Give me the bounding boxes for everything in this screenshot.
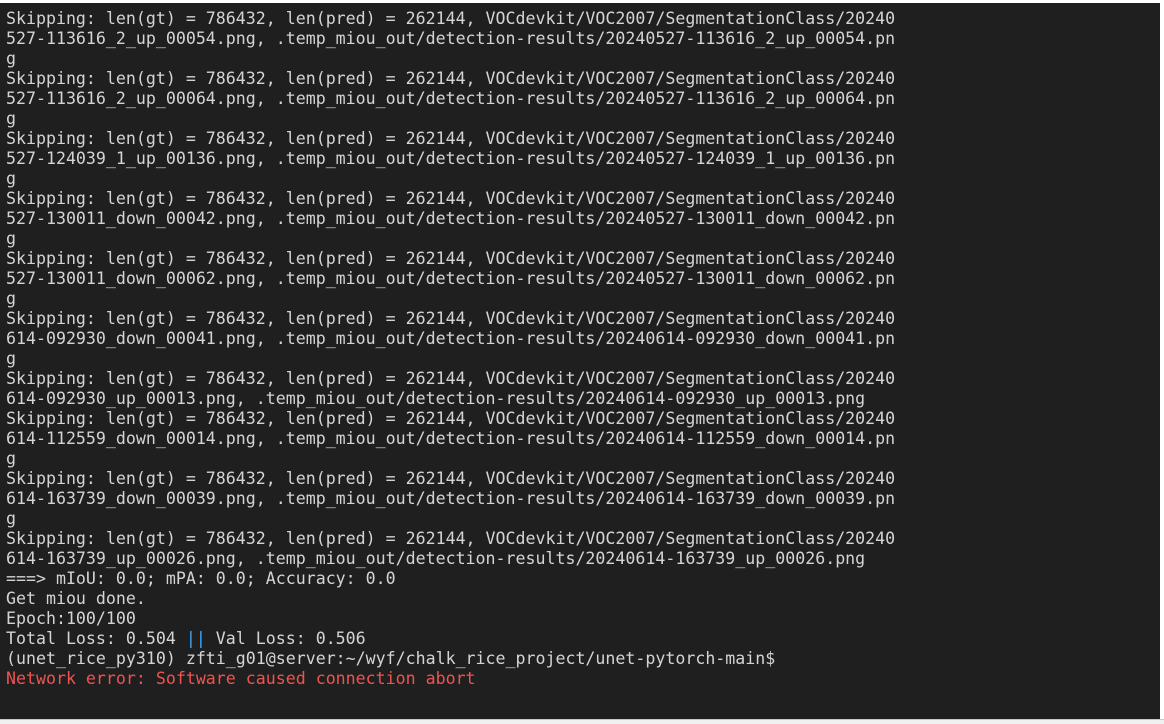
terminal-line: Skipping: len(gt) = 786432, len(pred) = … xyxy=(6,469,896,488)
terminal-line: 614-092930_up_00013.png, .temp_miou_out/… xyxy=(6,389,866,408)
shell-prompt[interactable]: (unet_rice_py310) zfti_g01@server:~/wyf/… xyxy=(6,649,895,669)
terminal-line: Skipping: len(gt) = 786432, len(pred) = … xyxy=(6,309,896,328)
terminal-line: Skipping: len(gt) = 786432, len(pred) = … xyxy=(6,9,896,28)
loss-separator: || xyxy=(185,629,206,648)
terminal-line: 527-113616_2_up_00064.png, .temp_miou_ou… xyxy=(6,89,896,108)
network-error-message: Network error: Software caused connectio… xyxy=(6,669,476,688)
terminal-output: Skipping: len(gt) = 786432, len(pred) = … xyxy=(6,9,895,689)
terminal-line: 614-112559_down_00014.png, .temp_miou_ou… xyxy=(6,429,896,448)
val-loss-text: Val Loss: 0.506 xyxy=(205,629,366,648)
terminal-line: Skipping: len(gt) = 786432, len(pred) = … xyxy=(6,69,896,88)
terminal-line: g xyxy=(6,49,16,68)
terminal-line: Skipping: len(gt) = 786432, len(pred) = … xyxy=(6,249,896,268)
terminal-line: 527-113616_2_up_00054.png, .temp_miou_ou… xyxy=(6,29,896,48)
total-loss-text: Total Loss: 0.504 xyxy=(6,629,186,648)
loss-line: Total Loss: 0.504 || Val Loss: 0.506 xyxy=(6,629,895,649)
terminal-line: Skipping: len(gt) = 786432, len(pred) = … xyxy=(6,129,896,148)
terminal-line: ===> mIoU: 0.0; mPA: 0.0; Accuracy: 0.0 xyxy=(6,569,396,588)
terminal-line: Get miou done. xyxy=(6,589,146,608)
terminal-line: g xyxy=(6,509,16,528)
terminal-line: g xyxy=(6,109,16,128)
terminal-line: 527-130011_down_00062.png, .temp_miou_ou… xyxy=(6,269,896,288)
terminal-line: g xyxy=(6,349,16,368)
terminal-line: 527-124039_1_up_00136.png, .temp_miou_ou… xyxy=(6,149,896,168)
terminal-line: Skipping: len(gt) = 786432, len(pred) = … xyxy=(6,189,896,208)
terminal-line: 614-092930_down_00041.png, .temp_miou_ou… xyxy=(6,329,896,348)
terminal-line: g xyxy=(6,289,16,308)
terminal-line: 614-163739_up_00026.png, .temp_miou_out/… xyxy=(6,549,866,568)
terminal-line: g xyxy=(6,449,16,468)
terminal-line: 614-163739_down_00039.png, .temp_miou_ou… xyxy=(6,489,896,508)
terminal-line: 527-130011_down_00042.png, .temp_miou_ou… xyxy=(6,209,896,228)
terminal-line: Skipping: len(gt) = 786432, len(pred) = … xyxy=(6,409,896,428)
terminal-line: Skipping: len(gt) = 786432, len(pred) = … xyxy=(6,369,896,388)
terminal-line: g xyxy=(6,169,16,188)
window-bottom-edge xyxy=(0,719,1164,724)
terminal-line: Epoch:100/100 xyxy=(6,609,136,628)
terminal-line: g xyxy=(6,229,16,248)
terminal-window[interactable]: Skipping: len(gt) = 786432, len(pred) = … xyxy=(0,0,1164,719)
terminal-line: Skipping: len(gt) = 786432, len(pred) = … xyxy=(6,529,896,548)
